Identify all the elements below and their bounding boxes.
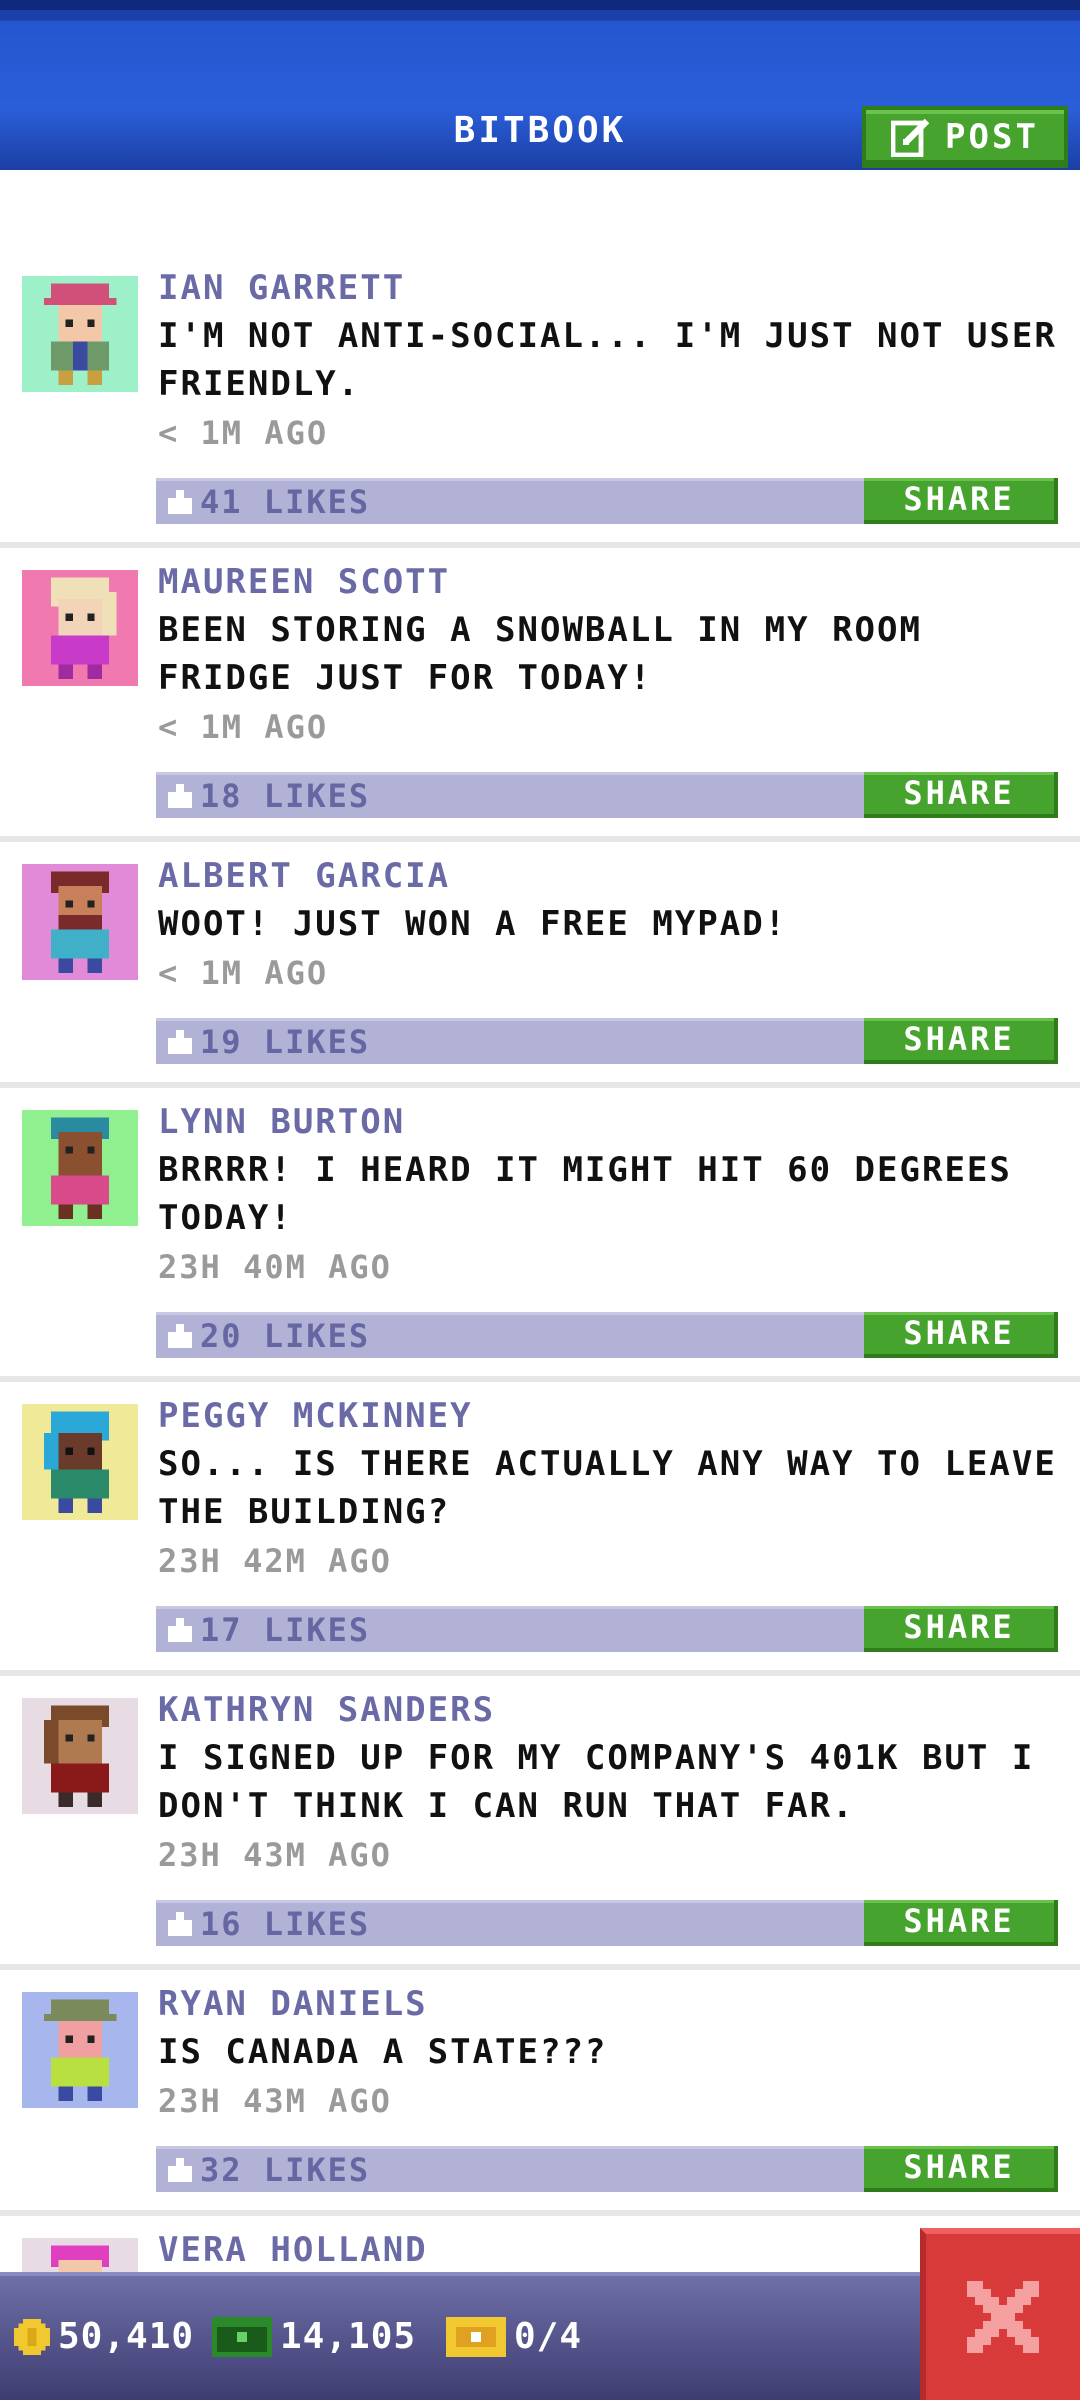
ticket-icon xyxy=(446,2316,506,2357)
avatar[interactable] xyxy=(22,570,138,686)
post-author: LYNN BURTON xyxy=(158,1102,406,1142)
bux-stat: 14,105 xyxy=(212,2316,416,2357)
avatar-image xyxy=(22,570,138,686)
coins-stat: 50,410 xyxy=(14,2316,194,2357)
post-message: SO... IS THERE ACTUALLY ANY WAY TO LEAVE… xyxy=(158,1444,1057,1532)
post-time: < 1M AGO xyxy=(158,954,329,992)
thumbs-up-icon xyxy=(168,784,192,808)
feed-post: RYAN DANIELS IS CANADA A STATE??? 23H 43… xyxy=(0,1970,1080,2216)
post-time: 23H 43M AGO xyxy=(158,1836,392,1874)
share-button[interactable]: SHARE xyxy=(864,1900,1058,1946)
share-button[interactable]: SHARE xyxy=(864,1312,1058,1358)
likes-bar[interactable]: 41 LIKES xyxy=(156,478,864,524)
post-author: VERA HOLLAND xyxy=(158,2230,428,2270)
likes-count: 41 LIKES xyxy=(200,483,371,521)
feed-post: LYNN BURTON BRRRR! I HEARD IT MIGHT HIT … xyxy=(0,1088,1080,1382)
likes-count: 18 LIKES xyxy=(200,777,371,815)
share-button[interactable]: SHARE xyxy=(864,772,1058,818)
bux-icon xyxy=(212,2316,272,2357)
likes-count: 17 LIKES xyxy=(200,1611,371,1649)
share-button[interactable]: SHARE xyxy=(864,2146,1058,2192)
close-icon xyxy=(967,2281,1039,2353)
likes-bar[interactable]: 18 LIKES xyxy=(156,772,864,818)
post-message: I'M NOT ANTI-SOCIAL... I'M JUST NOT USER… xyxy=(158,316,1057,404)
likes-bar[interactable]: 32 LIKES xyxy=(156,2146,864,2192)
avatar[interactable] xyxy=(22,1698,138,1814)
avatar[interactable] xyxy=(22,1404,138,1520)
thumbs-up-icon xyxy=(168,490,192,514)
post-message: IS CANADA A STATE??? xyxy=(158,2032,608,2072)
likes-bar[interactable]: 19 LIKES xyxy=(156,1018,864,1064)
avatar-image xyxy=(22,1992,138,2108)
post-author: MAUREEN SCOTT xyxy=(158,562,451,602)
thumbs-up-icon xyxy=(168,1912,192,1936)
share-button[interactable]: SHARE xyxy=(864,478,1058,524)
likes-count: 20 LIKES xyxy=(200,1317,371,1355)
share-button[interactable]: SHARE xyxy=(864,1018,1058,1064)
post-message: BRRRR! I HEARD IT MIGHT HIT 60 DEGREES T… xyxy=(158,1150,1012,1238)
feed-post: ALBERT GARCIA WOOT! JUST WON A FREE MYPA… xyxy=(0,842,1080,1088)
post-message: BEEN STORING A SNOWBALL IN MY ROOM FRIDG… xyxy=(158,610,922,698)
post-time: < 1M AGO xyxy=(158,414,329,452)
avatar-image xyxy=(22,1698,138,1814)
thumbs-up-icon xyxy=(168,1030,192,1054)
likes-count: 32 LIKES xyxy=(200,2151,371,2189)
post-time: 23H 43M AGO xyxy=(158,2082,392,2120)
post-message: WOOT! JUST WON A FREE MYPAD! xyxy=(158,904,788,944)
thumbs-up-icon xyxy=(168,2158,192,2182)
post-button[interactable]: POST xyxy=(862,106,1068,168)
post-author: KATHRYN SANDERS xyxy=(158,1690,496,1730)
app-header: BITBOOK POST xyxy=(0,0,1080,170)
post-time: < 1M AGO xyxy=(158,708,329,746)
post-author: RYAN DANIELS xyxy=(158,1984,428,2024)
post-author: IAN GARRETT xyxy=(158,268,406,308)
post-message: I SIGNED UP FOR MY COMPANY'S 401K BUT I … xyxy=(158,1738,1035,1826)
post-author: PEGGY MCKINNEY xyxy=(158,1396,473,1436)
thumbs-up-icon xyxy=(168,1324,192,1348)
close-button[interactable] xyxy=(920,2228,1080,2400)
likes-bar[interactable]: 17 LIKES xyxy=(156,1606,864,1652)
coins-count: 50,410 xyxy=(58,2316,195,2357)
feed-post: MAUREEN SCOTT BEEN STORING A SNOWBALL IN… xyxy=(0,548,1080,842)
avatar-image xyxy=(22,864,138,980)
likes-count: 16 LIKES xyxy=(200,1905,371,1943)
avatar-image xyxy=(22,276,138,392)
post-button-label: POST xyxy=(945,117,1039,157)
avatar-image xyxy=(22,1404,138,1520)
tickets-count: 0/4 xyxy=(514,2316,583,2357)
thumbs-up-icon xyxy=(168,1618,192,1642)
post-time: 23H 42M AGO xyxy=(158,1542,392,1580)
likes-bar[interactable]: 16 LIKES xyxy=(156,1900,864,1946)
likes-bar[interactable]: 20 LIKES xyxy=(156,1312,864,1358)
avatar[interactable] xyxy=(22,1992,138,2108)
share-button[interactable]: SHARE xyxy=(864,1606,1058,1652)
tickets-stat: 0/4 xyxy=(446,2316,582,2357)
edit-icon xyxy=(891,118,930,157)
feed-post: IAN GARRETT I'M NOT ANTI-SOCIAL... I'M J… xyxy=(0,170,1080,548)
likes-count: 19 LIKES xyxy=(200,1023,371,1061)
currency-bar: 50,410 14,105 0/4 xyxy=(0,2272,1080,2400)
avatar[interactable] xyxy=(22,864,138,980)
post-author: ALBERT GARCIA xyxy=(158,856,451,896)
avatar-image xyxy=(22,1110,138,1226)
coin-icon xyxy=(14,2318,50,2355)
feed-post: PEGGY MCKINNEY SO... IS THERE ACTUALLY A… xyxy=(0,1382,1080,1676)
bux-count: 14,105 xyxy=(280,2316,417,2357)
post-time: 23H 40M AGO xyxy=(158,1248,392,1286)
avatar[interactable] xyxy=(22,276,138,392)
feed-post: KATHRYN SANDERS I SIGNED UP FOR MY COMPA… xyxy=(0,1676,1080,1970)
avatar[interactable] xyxy=(22,1110,138,1226)
